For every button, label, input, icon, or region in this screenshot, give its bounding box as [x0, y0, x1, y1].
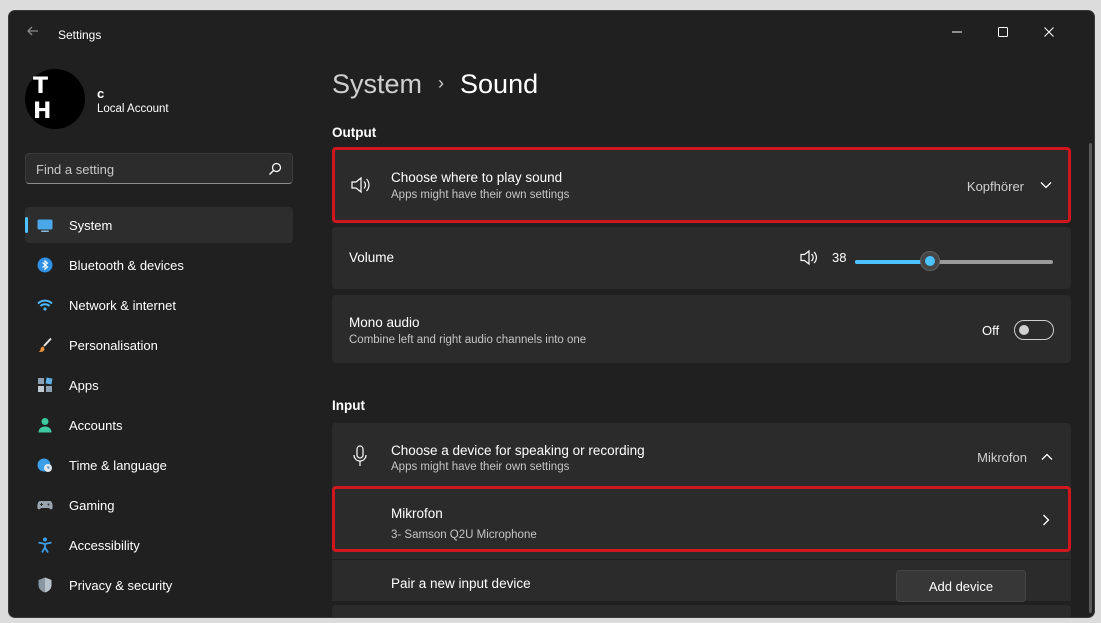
wifi-icon [37, 297, 53, 313]
speaker-icon [350, 176, 372, 194]
input-selected-device: Mikrofon [977, 450, 1027, 465]
sidebar-item-accounts[interactable]: Accounts [25, 407, 293, 443]
minimize-button[interactable] [934, 16, 980, 48]
sidebar-item-label: Network & internet [69, 298, 176, 313]
sidebar-item-label: Privacy & security [69, 578, 173, 593]
sidebar-item-label: Accounts [69, 418, 123, 433]
input-row-subtitle: Apps might have their own settings [391, 461, 570, 473]
shield-icon [37, 577, 53, 593]
output-section-header: Output [332, 125, 377, 140]
sidebar-item-label: Apps [69, 378, 99, 393]
pair-input-device-row: Pair a new input device Add device [332, 559, 1071, 602]
sidebar-item-network[interactable]: Network & internet [25, 287, 293, 323]
scrollbar[interactable] [1089, 143, 1092, 613]
sidebar-item-apps[interactable]: Apps [25, 367, 293, 403]
microphone-device-row[interactable]: Mikrofon 3- Samson Q2U Microphone [332, 486, 1071, 552]
breadcrumb-parent[interactable]: System [332, 69, 422, 99]
microphone-icon [353, 445, 367, 467]
user-name: c [97, 86, 105, 101]
input-section-header: Input [332, 398, 365, 413]
volume-slider[interactable] [855, 260, 1053, 264]
toggle-knob [1019, 325, 1029, 335]
monitor-icon [37, 217, 53, 233]
avatar[interactable]: T H [25, 69, 85, 129]
add-device-button[interactable]: Add device [896, 570, 1026, 602]
microphone-device-detail: 3- Samson Q2U Microphone [391, 529, 537, 541]
sidebar-item-privacy-security[interactable]: Privacy & security [25, 567, 293, 603]
volume-speaker-icon[interactable] [799, 249, 819, 266]
accessibility-icon [37, 537, 53, 553]
page-title: Sound [460, 69, 539, 99]
mono-audio-state: Off [982, 323, 1000, 338]
mono-audio-row: Mono audio Combine left and right audio … [332, 295, 1071, 363]
pair-device-label: Pair a new input device [391, 576, 531, 591]
chevron-right-icon: › [438, 73, 445, 93]
chevron-right-icon[interactable] [1042, 514, 1050, 526]
mono-audio-toggle[interactable] [1014, 320, 1054, 340]
sidebar-item-time-language[interactable]: Time & language [25, 447, 293, 483]
microphone-device-name: Mikrofon [391, 506, 443, 521]
sidebar-nav: System Bluetooth & devices Network & int… [25, 207, 293, 607]
person-icon [37, 417, 53, 433]
output-row-title: Choose where to play sound [391, 170, 563, 185]
output-row-subtitle: Apps might have their own settings [391, 189, 570, 201]
sidebar-item-accessibility[interactable]: Accessibility [25, 527, 293, 563]
back-arrow-icon[interactable] [25, 23, 41, 39]
volume-row: Volume 38 [332, 227, 1071, 289]
next-card [332, 605, 1071, 617]
volume-label: Volume [349, 250, 395, 265]
sidebar-item-bluetooth[interactable]: Bluetooth & devices [25, 247, 293, 283]
input-device-row[interactable]: Choose a device for speaking or recordin… [332, 423, 1071, 489]
search-input[interactable]: Find a setting [25, 153, 293, 184]
account-type: Local Account [97, 103, 169, 115]
sidebar-item-label: Accessibility [69, 538, 140, 553]
chevron-up-icon[interactable] [1041, 453, 1053, 461]
search-placeholder: Find a setting [36, 162, 115, 177]
apps-grid-icon [37, 377, 53, 393]
maximize-button[interactable] [980, 16, 1026, 48]
sidebar-item-label: Time & language [69, 458, 167, 473]
app-title: Settings [58, 28, 102, 42]
search-icon[interactable] [268, 162, 282, 176]
volume-slider-thumb[interactable] [920, 251, 941, 271]
settings-window: Settings T H c Local Account Find a sett… [8, 10, 1095, 618]
sidebar-item-label: System [69, 218, 113, 233]
sidebar-item-personalisation[interactable]: Personalisation [25, 327, 293, 363]
mono-audio-title: Mono audio [349, 315, 420, 330]
gamepad-icon [37, 497, 53, 513]
close-button[interactable] [1026, 16, 1072, 48]
sidebar-item-label: Personalisation [69, 338, 158, 353]
input-row-title: Choose a device for speaking or recordin… [391, 443, 645, 458]
volume-value: 38 [832, 250, 847, 265]
globe-clock-icon [37, 457, 53, 473]
volume-slider-fill [855, 260, 931, 264]
output-selected-device: Kopfhörer [966, 179, 1024, 194]
output-device-row[interactable]: Choose where to play sound Apps might ha… [332, 147, 1071, 223]
mono-audio-subtitle: Combine left and right audio channels in… [349, 334, 587, 346]
chevron-down-icon[interactable] [1040, 181, 1052, 189]
paintbrush-icon [37, 337, 53, 353]
sidebar-item-gaming[interactable]: Gaming [25, 487, 293, 523]
sidebar-item-label: Bluetooth & devices [69, 258, 184, 273]
title-bar: Settings [9, 11, 1094, 53]
sidebar-item-system[interactable]: System [25, 207, 293, 243]
breadcrumb: System › Sound [332, 69, 538, 100]
sidebar-item-label: Gaming [69, 498, 115, 513]
bluetooth-icon [37, 257, 53, 273]
